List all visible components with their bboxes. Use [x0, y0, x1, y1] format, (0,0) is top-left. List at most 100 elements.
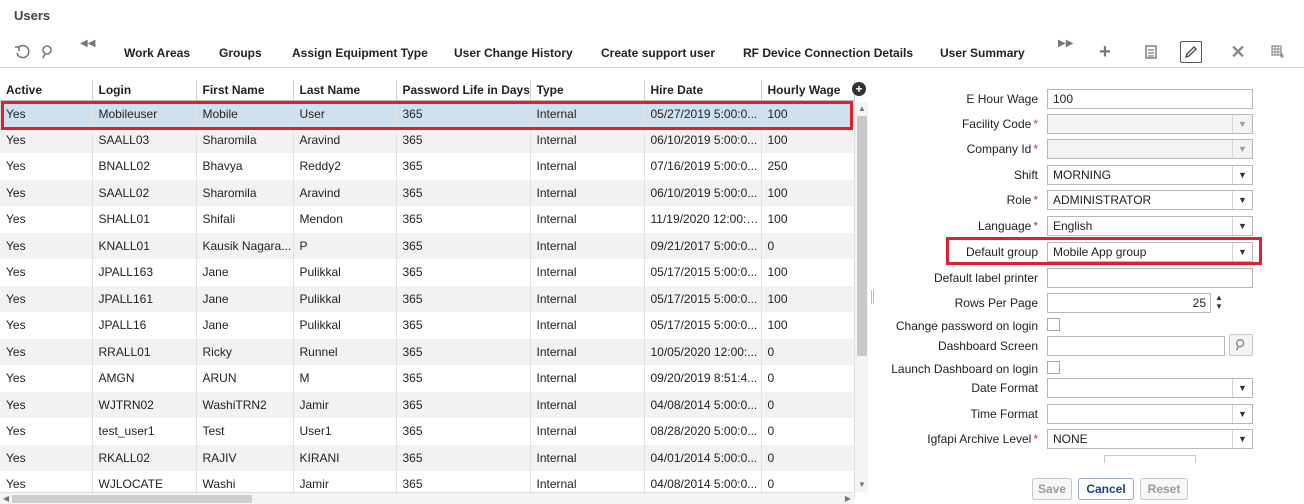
refresh-icon[interactable] — [12, 42, 32, 62]
table-row[interactable]: Yes Mobileuser Mobile User 365 Internal 05/27/… — [0, 100, 855, 127]
toolbar-link-rf-device-connection-details[interactable]: RF Device Connection Details — [743, 46, 913, 60]
change-password-checkbox[interactable] — [1047, 318, 1060, 331]
search-icon[interactable] — [38, 42, 58, 62]
cell-hire-date: 04/01/2014 5:00:0... — [644, 444, 762, 471]
column-header-first-name[interactable]: First Name — [196, 80, 294, 101]
scroll-up-icon[interactable]: ▲ — [857, 104, 867, 114]
page-title: Users — [14, 8, 51, 23]
company-id-select[interactable]: ▼ — [1047, 139, 1253, 159]
cell-hire-date: 05/17/2015 5:00:0... — [644, 312, 762, 339]
default-label-printer-input[interactable] — [1047, 268, 1253, 288]
role-select[interactable]: ADMINISTRATOR ▼ — [1047, 190, 1253, 210]
cell-password-life: 365 — [396, 418, 531, 445]
cell-hire-date: 08/28/2020 5:00:0... — [644, 418, 762, 445]
cell-hourly-wage: 0 — [761, 444, 855, 471]
horizontal-scroll-thumb[interactable] — [12, 495, 252, 503]
cell-active: Yes — [0, 259, 93, 286]
cell-first-name: Kausik Nagara... — [196, 232, 294, 259]
list-icon[interactable] — [1141, 42, 1161, 62]
toolbar-link-user-summary[interactable]: User Summary — [940, 46, 1025, 60]
reset-button[interactable]: Reset — [1140, 478, 1188, 500]
cell-last-name: KIRANI — [293, 444, 397, 471]
add-icon[interactable]: + — [1095, 42, 1115, 62]
table-row[interactable]: Yes SAALL03 Sharomila Aravind 365 Internal 06/… — [0, 126, 855, 153]
archive-level-select[interactable]: NONE ▼ — [1047, 429, 1253, 449]
toolbar-link-assign-equipment-type[interactable]: Assign Equipment Type — [292, 46, 428, 60]
column-header-login[interactable]: Login — [92, 80, 197, 101]
table-row[interactable]: Yes RRALL01 Ricky Runnel 365 Internal 10/05/20… — [0, 338, 855, 365]
cell-active: Yes — [0, 206, 93, 233]
cell-login: JPALL16 — [92, 312, 197, 339]
time-format-select[interactable]: ▼ — [1047, 404, 1253, 424]
pane-splitter[interactable] — [871, 290, 874, 304]
cell-hourly-wage: 0 — [761, 418, 855, 445]
cell-hire-date: 06/10/2019 5:00:0... — [644, 126, 762, 153]
column-header-password-life[interactable]: Password Life in Days — [396, 80, 531, 101]
cell-password-life: 365 — [396, 338, 531, 365]
table-row[interactable]: Yes JPALL16 Jane Pulikkal 365 Internal 05/17/2… — [0, 312, 855, 339]
column-header-type[interactable]: Type — [530, 80, 645, 101]
toolbar-link-user-change-history[interactable]: User Change History — [454, 46, 573, 60]
column-chooser-icon[interactable]: + — [852, 82, 866, 96]
scroll-down-icon[interactable]: ▼ — [857, 480, 867, 490]
scroll-right-icon[interactable]: ▶ — [843, 493, 853, 504]
title-bar: Users — [0, 0, 1304, 30]
collapse-left-icon[interactable]: ◀◀ — [80, 38, 95, 49]
table-row[interactable]: Yes WJTRN02 WashiTRN2 Jamir 365 Internal 04/08… — [0, 391, 855, 418]
cell-type: Internal — [530, 312, 645, 339]
table-row[interactable]: Yes JPALL163 Jane Pulikkal 365 Internal 05/17/… — [0, 259, 855, 286]
horizontal-scrollbar[interactable]: ◀ ▶ — [0, 492, 854, 504]
delete-icon[interactable]: ✕ — [1228, 42, 1248, 62]
cell-last-name: Aravind — [293, 126, 397, 153]
rows-per-page-input[interactable]: 25 — [1047, 293, 1211, 313]
facility-code-select[interactable]: ▼ — [1047, 114, 1253, 134]
cell-password-life: 365 — [396, 179, 531, 206]
table-row[interactable]: Yes AMGN ARUN M 365 Internal 09/20/2019 8:51:4… — [0, 365, 855, 392]
cell-hourly-wage: 100 — [761, 206, 855, 233]
launch-dashboard-checkbox[interactable] — [1047, 361, 1060, 374]
cell-hire-date: 07/16/2019 5:00:0... — [644, 153, 762, 180]
table-row[interactable]: Yes SHALL01 Shifali Mendon 365 Internal 11/19/… — [0, 206, 855, 233]
cell-first-name: Bhavya — [196, 153, 294, 180]
column-header-last-name[interactable]: Last Name — [293, 80, 397, 101]
table-row[interactable]: Yes SAALL02 Sharomila Aravind 365 Internal 06/… — [0, 179, 855, 206]
row-shift: Shift MORNING ▼ — [876, 162, 1304, 186]
expand-right-icon[interactable]: ▶▶ — [1058, 38, 1073, 49]
column-header-hourly-wage[interactable]: Hourly Wage — [761, 80, 855, 101]
table-row[interactable]: Yes JPALL161 Jane Pulikkal 365 Internal 05/17/… — [0, 285, 855, 312]
grid-settings-icon[interactable] — [1268, 42, 1288, 62]
cell-login: test_user1 — [92, 418, 197, 445]
toolbar-link-create-support-user[interactable]: Create support user — [601, 46, 715, 60]
shift-select[interactable]: MORNING ▼ — [1047, 165, 1253, 185]
save-button[interactable]: Save — [1032, 478, 1072, 500]
e-hour-wage-input[interactable]: 100 — [1047, 89, 1253, 109]
default-group-select[interactable]: Mobile App group ▼ — [1047, 242, 1253, 262]
date-format-select[interactable]: ▼ — [1047, 378, 1253, 398]
edit-icon[interactable] — [1180, 41, 1202, 63]
dashboard-lookup-button[interactable] — [1229, 334, 1253, 356]
cell-hourly-wage: 100 — [761, 259, 855, 286]
cell-hourly-wage: 0 — [761, 365, 855, 392]
vertical-scroll-thumb[interactable] — [857, 116, 867, 356]
cell-hire-date: 09/20/2019 8:51:4... — [644, 365, 762, 392]
table-row[interactable]: Yes BNALL02 Bhavya Reddy2 365 Internal 07/16/2… — [0, 153, 855, 180]
language-select[interactable]: English ▼ — [1047, 216, 1253, 236]
cell-active: Yes — [0, 179, 93, 206]
cell-type: Internal — [530, 126, 645, 153]
table-row[interactable]: Yes test_user1 Test User1 365 Internal 08/28/2… — [0, 418, 855, 445]
table-row[interactable]: Yes KNALL01 Kausik Nagara... P 365 Internal 09… — [0, 232, 855, 259]
cell-last-name: Mendon — [293, 206, 397, 233]
rows-per-page-stepper[interactable]: ▲ ▼ — [1213, 293, 1225, 313]
toolbar-link-work-areas[interactable]: Work Areas — [124, 46, 190, 60]
column-header-active[interactable]: Active — [0, 80, 93, 101]
vertical-scrollbar[interactable]: ▲ ▼ — [854, 102, 868, 492]
scroll-left-icon[interactable]: ◀ — [1, 493, 11, 504]
cell-login: AMGN — [92, 365, 197, 392]
toolbar-link-groups[interactable]: Groups — [219, 46, 262, 60]
table-row[interactable]: Yes RKALL02 RAJIV KIRANI 365 Internal 04/01/20… — [0, 444, 855, 471]
dashboard-screen-input[interactable] — [1047, 336, 1225, 356]
cancel-button[interactable]: Cancel — [1078, 478, 1134, 500]
cell-hourly-wage: 0 — [761, 232, 855, 259]
column-header-hire-date[interactable]: Hire Date — [644, 80, 762, 101]
cell-password-life: 365 — [396, 206, 531, 233]
